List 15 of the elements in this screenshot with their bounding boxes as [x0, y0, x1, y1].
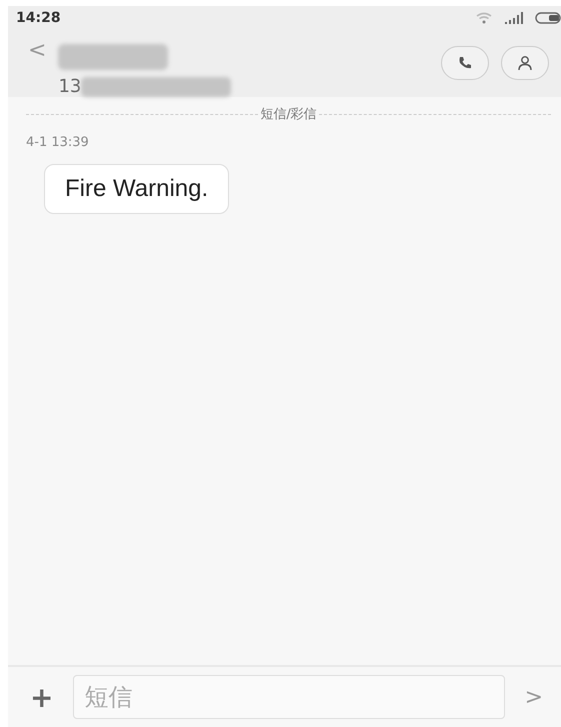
add-button[interactable]: +: [30, 680, 54, 714]
signal-icon: [503, 12, 525, 24]
person-icon: [517, 55, 533, 71]
contact-button[interactable]: [501, 46, 549, 80]
contact-number: 13: [58, 76, 82, 97]
message-field[interactable]: 短信: [73, 675, 505, 719]
phone-icon: [457, 55, 473, 71]
wifi-icon: [475, 12, 493, 24]
channel-label: 短信/彩信: [260, 106, 317, 123]
status-time: 14:28: [16, 10, 61, 26]
message-timestamp: 4-1 13:39: [26, 135, 89, 150]
call-button[interactable]: [441, 46, 489, 80]
back-button[interactable]: <: [28, 38, 46, 63]
message-bubble: Fire Warning.: [44, 164, 230, 214]
battery-icon: [535, 12, 561, 24]
